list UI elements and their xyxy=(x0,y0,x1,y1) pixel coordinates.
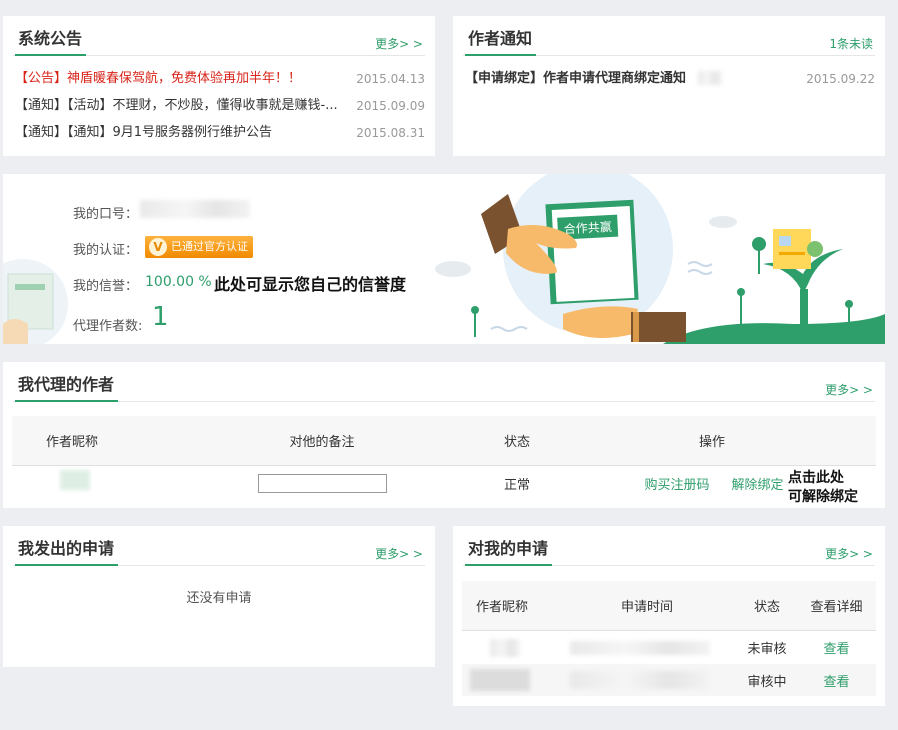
notice-title[interactable]: 【通知】【活动】不理财，不炒股，懂得收事就是赚钱-... xyxy=(15,96,338,116)
blurred-name xyxy=(698,71,722,85)
status-text: 正常 xyxy=(503,477,530,493)
card-header: 我代理的作者 更多> > xyxy=(13,362,875,402)
column-header: 操作 xyxy=(698,435,725,450)
card-title: 作者通知 xyxy=(465,25,537,56)
blurred-time xyxy=(570,641,710,655)
remark-input[interactable] xyxy=(258,474,387,493)
view-detail-link[interactable]: 查看 xyxy=(804,631,869,664)
card-header: 我发出的申请 更多> > xyxy=(13,526,425,566)
table-row: 审核中 查看 xyxy=(462,664,876,696)
card-title: 系统公告 xyxy=(15,25,87,56)
status-text: 未审核 xyxy=(747,642,787,657)
card-header: 作者通知 1条未读 xyxy=(463,16,875,56)
my-authors-card: 我代理的作者 更多> > 作者昵称 对他的备注 状态 操作 正常 购买注册码 解… xyxy=(3,362,885,508)
table-header: 作者昵称 申请时间 状态 查看详细 xyxy=(462,581,876,631)
received-requests-card: 对我的申请 更多> > 作者昵称 申请时间 状态 查看详细 未审核 查看 审核中… xyxy=(453,526,885,706)
credit-label: 我的信誉： xyxy=(73,279,139,294)
column-header: 申请时间 xyxy=(620,600,673,615)
sent-requests-card: 我发出的申请 更多> > 还没有申请 xyxy=(3,526,435,667)
column-header: 作者昵称 xyxy=(45,435,98,450)
card-header: 对我的申请 更多> > xyxy=(463,526,875,566)
unbind-annotation-line2: 可解除绑定 xyxy=(788,489,858,505)
author-notice-card: 作者通知 1条未读 【申请绑定】作者申请代理商绑定通知 2015.09.22 xyxy=(453,16,885,156)
notice-title[interactable]: 【公告】神盾暖春保驾航，免费体验再加半年！！ xyxy=(15,69,301,89)
credit-value: 100.00 % xyxy=(145,274,212,290)
status-text: 审核中 xyxy=(747,674,787,690)
cert-label: 我的认证： xyxy=(73,243,139,258)
notice-date: 2015.09.22 xyxy=(806,72,875,86)
blurred-nickname xyxy=(470,669,530,691)
table-row: 未审核 查看 xyxy=(462,631,876,664)
more-link[interactable]: 更多> > xyxy=(375,545,423,562)
buy-code-link[interactable]: 购买注册码 xyxy=(637,467,717,499)
blurred-password xyxy=(140,200,250,218)
card-header: 系统公告 更多> > xyxy=(13,16,425,56)
more-link[interactable]: 更多> > xyxy=(375,35,423,52)
cert-badge: V 已通过官方认证 xyxy=(145,236,253,258)
more-link[interactable]: 更多> > xyxy=(825,381,873,398)
notice-date: 2015.08.31 xyxy=(356,126,425,140)
notice-item[interactable]: 【申请绑定】作者申请代理商绑定通知 2015.09.22 xyxy=(465,69,875,89)
blurred-nickname xyxy=(60,470,90,490)
notice-date: 2015.09.09 xyxy=(356,99,425,113)
notice-date: 2015.04.13 xyxy=(356,72,425,86)
column-header: 对他的备注 xyxy=(289,435,355,450)
system-notice-card: 系统公告 更多> > 【公告】神盾暖春保驾航，免费体验再加半年！！ 2015.0… xyxy=(3,16,435,156)
verified-icon: V xyxy=(149,238,167,256)
notice-item[interactable]: 【通知】【通知】9月1号服务器例行维护公告 2015.08.31 xyxy=(15,123,425,143)
password-label: 我的口号： xyxy=(73,207,139,222)
notice-title[interactable]: 【申请绑定】作者申请代理商绑定通知 xyxy=(465,69,686,89)
notice-item[interactable]: 【公告】神盾暖春保驾航，免费体验再加半年！！ 2015.04.13 xyxy=(15,69,425,89)
column-header: 作者昵称 xyxy=(475,600,528,615)
author-count-value: 1 xyxy=(152,302,169,332)
cert-badge-text: 已通过官方认证 xyxy=(171,240,248,253)
notice-title[interactable]: 【通知】【通知】9月1号服务器例行维护公告 xyxy=(15,123,272,143)
empty-message: 还没有申请 xyxy=(186,590,252,606)
column-header: 状态 xyxy=(503,435,530,450)
view-detail-link[interactable]: 查看 xyxy=(804,664,869,696)
more-link[interactable]: 更多> > xyxy=(825,545,873,562)
card-title: 对我的申请 xyxy=(465,535,553,566)
profile-banner: 合作共赢 我的口号： 我的认证： V 已通过官方认证 我的信誉： 100.00 … xyxy=(3,174,885,344)
blurred-nickname xyxy=(490,639,520,657)
column-header: 状态 xyxy=(753,600,780,615)
table-row: 正常 购买注册码 解除绑定 xyxy=(12,467,876,503)
blurred-time xyxy=(570,671,710,689)
credit-annotation: 此处可显示您自己的信誉度 xyxy=(214,275,407,294)
author-count-label: 代理作者数: xyxy=(73,319,143,334)
notice-item[interactable]: 【通知】【活动】不理财，不炒股，懂得收事就是赚钱-... 2015.09.09 xyxy=(15,96,425,116)
table-header: 作者昵称 对他的备注 状态 操作 xyxy=(12,416,876,466)
column-header: 查看详细 xyxy=(810,600,863,615)
unbind-link[interactable]: 解除绑定 xyxy=(725,467,790,499)
banner-sign: 合作共赢 xyxy=(563,219,612,236)
card-title: 我发出的申请 xyxy=(15,535,119,566)
unread-count[interactable]: 1条未读 xyxy=(829,35,873,52)
card-title: 我代理的作者 xyxy=(15,371,119,402)
unbind-annotation-line1: 点击此处 xyxy=(788,470,844,486)
